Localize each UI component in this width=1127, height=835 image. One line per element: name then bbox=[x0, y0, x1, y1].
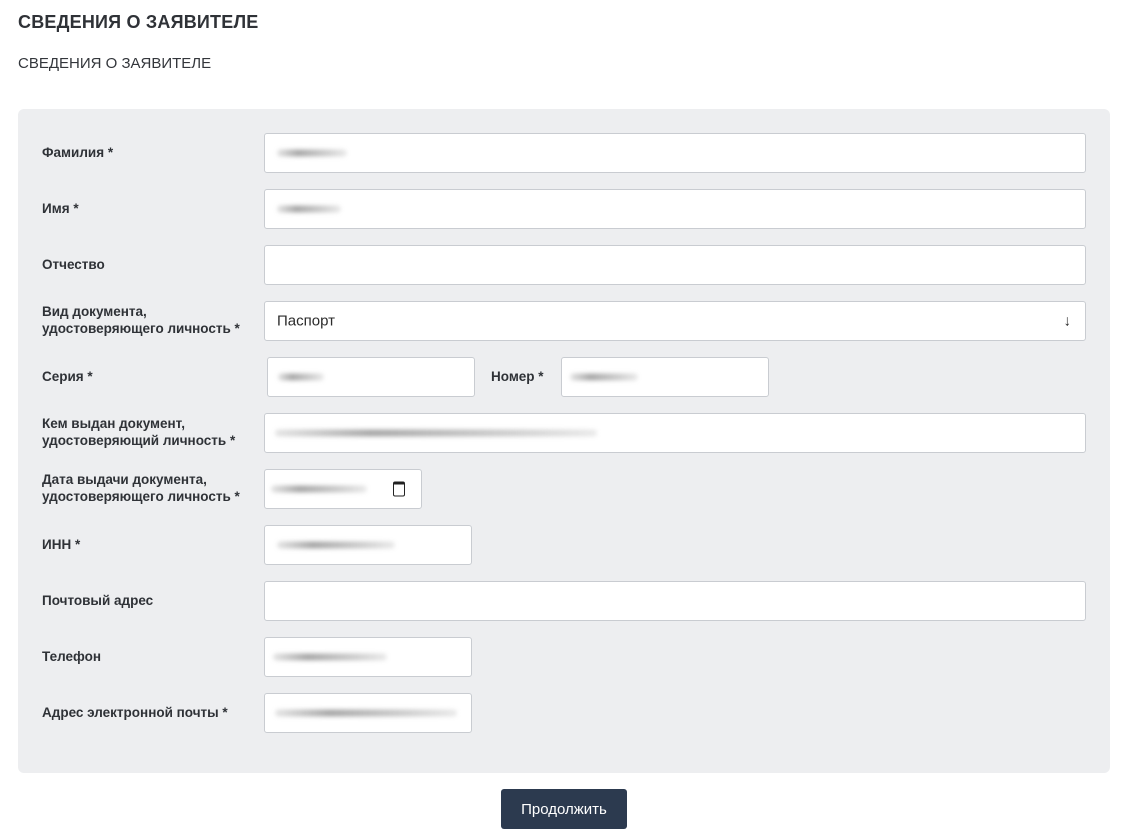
number-input[interactable] bbox=[561, 357, 769, 397]
phone-label: Телефон bbox=[42, 649, 102, 664]
issued-by-label-line2: удостоверяющий личность * bbox=[42, 433, 236, 448]
redacted-value bbox=[277, 205, 341, 213]
redacted-value bbox=[278, 373, 324, 381]
first-name-input[interactable] bbox=[264, 189, 1086, 229]
doc-type-label-line1: Вид документа, bbox=[42, 304, 147, 319]
postal-address-label: Почтовый адрес bbox=[42, 593, 154, 608]
inn-input[interactable] bbox=[264, 525, 472, 565]
doc-type-select[interactable]: Паспорт ↓ bbox=[264, 301, 1086, 341]
series-input[interactable] bbox=[267, 357, 475, 397]
inn-label: ИНН * bbox=[42, 537, 81, 552]
issue-date-label-line2: удостоверяющего личность * bbox=[42, 489, 240, 504]
arrow-down-icon: ↓ bbox=[1063, 312, 1072, 330]
doc-type-selected-value: Паспорт bbox=[277, 312, 335, 330]
email-input[interactable] bbox=[264, 693, 472, 733]
issue-date-input[interactable] bbox=[264, 469, 422, 509]
issued-by-label-line1: Кем выдан документ, bbox=[42, 416, 186, 431]
email-label: Адрес электронной почты * bbox=[42, 705, 228, 720]
patronymic-label: Отчество bbox=[42, 257, 105, 272]
redacted-value bbox=[277, 149, 347, 157]
continue-button[interactable]: Продолжить bbox=[501, 789, 627, 829]
applicant-info-page: СВЕДЕНИЯ О ЗАЯВИТЕЛЕ СВЕДЕНИЯ О ЗАЯВИТЕЛ… bbox=[0, 0, 1127, 835]
issued-by-label: Кем выдан документ, удостоверяющий лично… bbox=[42, 415, 235, 449]
page-title: СВЕДЕНИЯ О ЗАЯВИТЕЛЕ bbox=[18, 12, 259, 32]
issue-date-label-line1: Дата выдачи документа, bbox=[42, 472, 207, 487]
redacted-value bbox=[277, 541, 395, 549]
page-subtitle: СВЕДЕНИЯ О ЗАЯВИТЕЛЕ bbox=[18, 55, 212, 72]
patronymic-input[interactable] bbox=[264, 245, 1086, 285]
doc-type-label-line2: удостоверяющего личность * bbox=[42, 321, 240, 336]
last-name-input[interactable] bbox=[264, 133, 1086, 173]
doc-type-label: Вид документа, удостоверяющего личность … bbox=[42, 303, 240, 337]
phone-input[interactable] bbox=[264, 637, 472, 677]
series-label: Серия * bbox=[42, 369, 93, 384]
last-name-label: Фамилия * bbox=[42, 145, 114, 160]
redacted-value bbox=[275, 429, 597, 437]
first-name-label: Имя * bbox=[42, 201, 79, 216]
redacted-value bbox=[271, 485, 367, 493]
redacted-value bbox=[570, 373, 638, 381]
redacted-value bbox=[273, 653, 387, 661]
calendar-icon[interactable] bbox=[393, 481, 405, 497]
issued-by-input[interactable] bbox=[264, 413, 1086, 453]
postal-address-input[interactable] bbox=[264, 581, 1086, 621]
redacted-value bbox=[275, 709, 457, 717]
issue-date-label: Дата выдачи документа, удостоверяющего л… bbox=[42, 471, 240, 505]
number-label: Номер * bbox=[491, 369, 544, 384]
